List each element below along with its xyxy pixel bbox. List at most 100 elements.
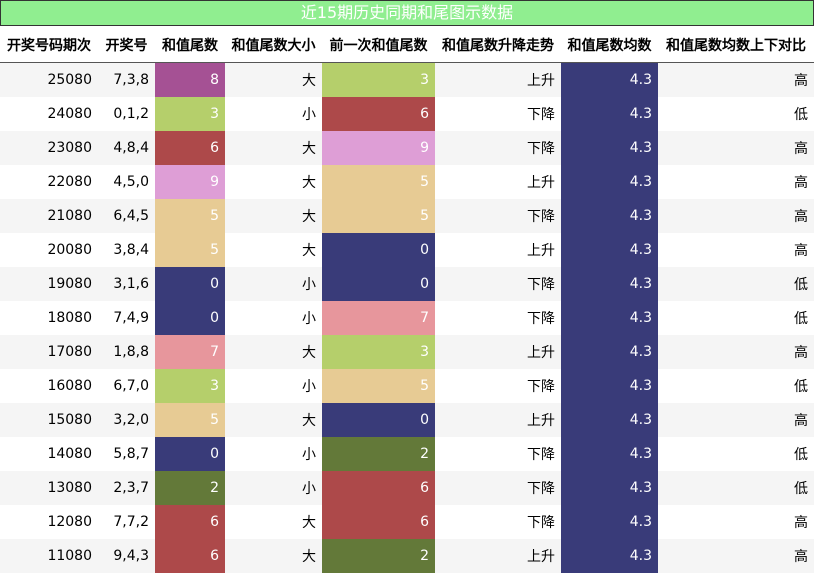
table-row: 12080 7,7,2 6 大 6 下降 4.3 高: [0, 505, 814, 539]
compare-cell: 高: [658, 165, 814, 199]
period-cell: 16080: [0, 369, 98, 403]
trend-cell: 下降: [435, 301, 561, 335]
previous-sum-tail-cell: 9: [322, 131, 435, 165]
compare-cell: 低: [658, 471, 814, 505]
header-average-compare: 和值尾数均数上下对比: [658, 28, 814, 63]
sum-tail-cell: 2: [155, 471, 225, 505]
table-row: 16080 6,7,0 3 小 5 下降 4.3 低: [0, 369, 814, 403]
average-cell: 4.3: [561, 267, 658, 301]
draw-numbers-cell: 0,1,2: [98, 97, 155, 131]
size-cell: 小: [225, 369, 322, 403]
trend-cell: 下降: [435, 437, 561, 471]
average-cell: 4.3: [561, 403, 658, 437]
previous-sum-tail-cell: 6: [322, 97, 435, 131]
compare-cell: 高: [658, 335, 814, 369]
table-row: 11080 9,4,3 6 大 2 上升 4.3 高: [0, 539, 814, 573]
header-sum-tail: 和值尾数: [155, 28, 225, 63]
period-cell: 17080: [0, 335, 98, 369]
history-table: 开奖号码期次 开奖号 和值尾数 和值尾数大小 前一次和值尾数 和值尾数升降走势 …: [0, 28, 814, 573]
average-cell: 4.3: [561, 62, 658, 97]
table-row: 21080 6,4,5 5 大 5 下降 4.3 高: [0, 199, 814, 233]
draw-numbers-cell: 7,7,2: [98, 505, 155, 539]
period-cell: 23080: [0, 131, 98, 165]
sum-tail-cell: 3: [155, 97, 225, 131]
compare-cell: 高: [658, 62, 814, 97]
average-cell: 4.3: [561, 437, 658, 471]
draw-numbers-cell: 9,4,3: [98, 539, 155, 573]
table-row: 18080 7,4,9 0 小 7 下降 4.3 低: [0, 301, 814, 335]
table-row: 15080 3,2,0 5 大 0 上升 4.3 高: [0, 403, 814, 437]
period-cell: 20080: [0, 233, 98, 267]
trend-cell: 下降: [435, 369, 561, 403]
sum-tail-cell: 6: [155, 539, 225, 573]
draw-numbers-cell: 7,3,8: [98, 62, 155, 97]
size-cell: 大: [225, 165, 322, 199]
trend-cell: 下降: [435, 267, 561, 301]
table-title: 近15期历史同期和尾图示数据: [0, 0, 814, 26]
header-draw-numbers: 开奖号: [98, 28, 155, 63]
size-cell: 小: [225, 97, 322, 131]
size-cell: 大: [225, 505, 322, 539]
sum-tail-cell: 6: [155, 505, 225, 539]
size-cell: 大: [225, 539, 322, 573]
header-row: 开奖号码期次 开奖号 和值尾数 和值尾数大小 前一次和值尾数 和值尾数升降走势 …: [0, 28, 814, 63]
trend-cell: 上升: [435, 62, 561, 97]
draw-numbers-cell: 3,8,4: [98, 233, 155, 267]
header-sum-tail-size: 和值尾数大小: [225, 28, 322, 63]
period-cell: 25080: [0, 62, 98, 97]
table-row: 24080 0,1,2 3 小 6 下降 4.3 低: [0, 97, 814, 131]
compare-cell: 高: [658, 199, 814, 233]
average-cell: 4.3: [561, 471, 658, 505]
table-row: 22080 4,5,0 9 大 5 上升 4.3 高: [0, 165, 814, 199]
size-cell: 小: [225, 301, 322, 335]
header-previous-sum-tail: 前一次和值尾数: [322, 28, 435, 63]
draw-numbers-cell: 4,5,0: [98, 165, 155, 199]
previous-sum-tail-cell: 7: [322, 301, 435, 335]
table-row: 20080 3,8,4 5 大 0 上升 4.3 高: [0, 233, 814, 267]
sum-tail-cell: 0: [155, 267, 225, 301]
table-row: 25080 7,3,8 8 大 3 上升 4.3 高: [0, 62, 814, 97]
average-cell: 4.3: [561, 301, 658, 335]
average-cell: 4.3: [561, 369, 658, 403]
draw-numbers-cell: 5,8,7: [98, 437, 155, 471]
trend-cell: 下降: [435, 471, 561, 505]
header-period: 开奖号码期次: [0, 28, 98, 63]
draw-numbers-cell: 1,8,8: [98, 335, 155, 369]
previous-sum-tail-cell: 2: [322, 437, 435, 471]
compare-cell: 低: [658, 97, 814, 131]
previous-sum-tail-cell: 2: [322, 539, 435, 573]
sum-tail-cell: 0: [155, 437, 225, 471]
period-cell: 21080: [0, 199, 98, 233]
previous-sum-tail-cell: 5: [322, 199, 435, 233]
table-body: 25080 7,3,8 8 大 3 上升 4.3 高 24080 0,1,2 3 小 6 下降 4.3 低 23…: [0, 62, 814, 573]
compare-cell: 低: [658, 437, 814, 471]
table-row: 17080 1,8,8 7 大 3 上升 4.3 高: [0, 335, 814, 369]
draw-numbers-cell: 4,8,4: [98, 131, 155, 165]
sum-tail-cell: 8: [155, 62, 225, 97]
trend-cell: 上升: [435, 165, 561, 199]
compare-cell: 高: [658, 131, 814, 165]
period-cell: 12080: [0, 505, 98, 539]
trend-cell: 上升: [435, 403, 561, 437]
compare-cell: 低: [658, 267, 814, 301]
period-cell: 24080: [0, 97, 98, 131]
draw-numbers-cell: 2,3,7: [98, 471, 155, 505]
period-cell: 19080: [0, 267, 98, 301]
header-average: 和值尾数均数: [561, 28, 658, 63]
draw-numbers-cell: 6,4,5: [98, 199, 155, 233]
trend-cell: 下降: [435, 97, 561, 131]
compare-cell: 高: [658, 233, 814, 267]
average-cell: 4.3: [561, 199, 658, 233]
size-cell: 小: [225, 437, 322, 471]
trend-cell: 下降: [435, 505, 561, 539]
previous-sum-tail-cell: 6: [322, 471, 435, 505]
size-cell: 大: [225, 403, 322, 437]
average-cell: 4.3: [561, 539, 658, 573]
size-cell: 大: [225, 335, 322, 369]
trend-cell: 下降: [435, 199, 561, 233]
size-cell: 大: [225, 62, 322, 97]
previous-sum-tail-cell: 0: [322, 403, 435, 437]
previous-sum-tail-cell: 5: [322, 165, 435, 199]
period-cell: 11080: [0, 539, 98, 573]
previous-sum-tail-cell: 0: [322, 267, 435, 301]
